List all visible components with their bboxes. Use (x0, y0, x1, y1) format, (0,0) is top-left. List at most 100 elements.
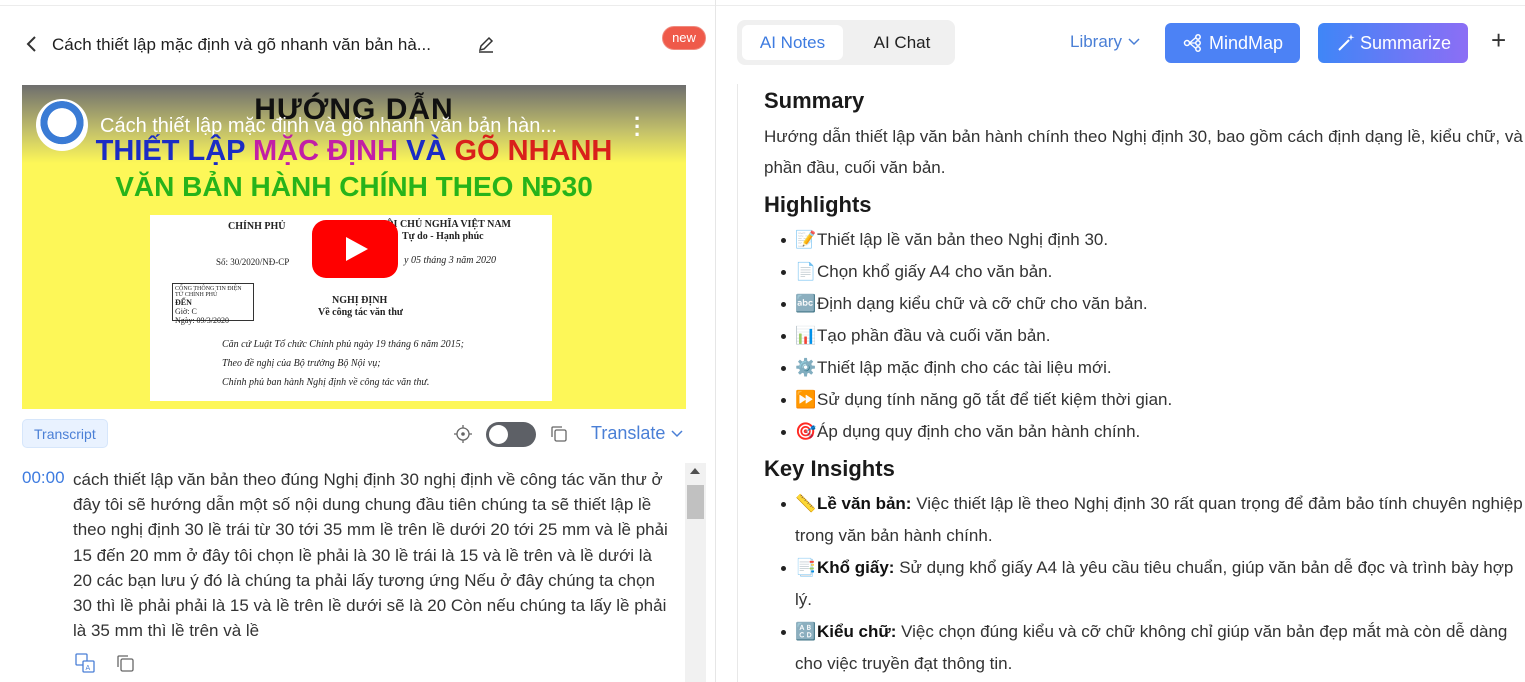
transcript-timestamp[interactable]: 00:00 (22, 468, 65, 488)
copy-segment-icon[interactable] (115, 653, 135, 673)
banner-part1: THIẾT LẬP (95, 135, 245, 167)
list-item: 📄Chọn khổ giấy A4 cho văn bản. (764, 256, 1525, 288)
gear-emoji-icon: ⚙️ (795, 358, 817, 377)
stamp-line4: Ngày: 09/3/2020 (175, 316, 229, 325)
chevron-down-icon (671, 430, 683, 438)
list-item: 📑Khổ giấy: Sử dụng khổ giấy A4 là yêu cầ… (764, 552, 1525, 616)
stamp-line1: CỔNG THÔNG TIN ĐIỆN TỬ CHÍNH PHỦ (175, 286, 242, 298)
insights-list: 📏Lề văn bản: Việc thiết lập lề theo Nghị… (764, 488, 1525, 680)
library-dropdown[interactable]: Library (1070, 32, 1141, 52)
insight-text: Việc chọn đúng kiểu và cỡ chữ không chỉ … (795, 622, 1508, 673)
summarize-button[interactable]: Summarize (1318, 23, 1468, 63)
transcript-controls: Transcript Translate (22, 419, 690, 449)
transcript-text: cách thiết lập văn bản theo đúng Nghị đị… (73, 470, 668, 641)
highlight-text: Tạo phần đầu và cuối văn bản. (817, 326, 1051, 345)
banner-part3: VÀ (406, 135, 447, 167)
doc-subject: Về công tác văn thư (318, 307, 403, 318)
highlights-heading: Highlights (764, 192, 872, 217)
mindmap-button[interactable]: MindMap (1165, 23, 1300, 63)
video-banner-line2: VĂN BẢN HÀNH CHÍNH THEO NĐ30 (115, 171, 593, 202)
translate-dropdown[interactable]: Translate (591, 423, 684, 444)
highlight-text: Thiết lập mặc định cho các tài liệu mới. (817, 358, 1112, 377)
chart-emoji-icon: 📊 (795, 326, 817, 345)
scrollbar-thumb[interactable] (687, 485, 704, 519)
add-plus-icon[interactable]: + (1491, 25, 1506, 56)
video-title: Cách thiết lập mặc định và gõ nhanh văn … (52, 35, 431, 54)
new-badge: new (662, 26, 706, 50)
tab-ai-chat[interactable]: AI Chat (855, 25, 949, 60)
banner-part4: GÕ NHANH (454, 135, 613, 167)
insight-label: Lề văn bản: (817, 494, 912, 513)
stamp-line3: Giờ: C (175, 307, 197, 316)
summarize-label: Summarize (1360, 33, 1452, 53)
banner-part2: MẶC ĐỊNH (253, 135, 399, 167)
abcd-emoji-icon: 🔠 (795, 622, 817, 641)
insight-text: Sử dụng khổ giấy A4 là yêu cầu tiêu chuẩ… (795, 558, 1514, 609)
received-stamp: CỔNG THÔNG TIN ĐIỆN TỬ CHÍNH PHỦ ĐẾN Giờ… (172, 283, 254, 325)
translate-segment-icon[interactable]: A (75, 653, 95, 673)
app-root: Cách thiết lập mặc định và gõ nhanh văn … (0, 0, 1525, 682)
ruler-emoji-icon: 📏 (795, 494, 817, 513)
abc-emoji-icon: 🔤 (795, 294, 817, 313)
doc-type: NGHỊ ĐỊNH (332, 295, 388, 306)
notes-tabs: AI Notes AI Chat (737, 20, 955, 65)
fast-forward-emoji-icon: ⏩ (795, 390, 817, 409)
list-item: 🔤Định dạng kiểu chữ và cỡ chữ cho văn bả… (764, 288, 1525, 320)
locate-crosshair-icon[interactable] (454, 425, 472, 443)
highlight-text: Áp dụng quy định cho văn bản hành chính. (817, 422, 1141, 441)
video-header: Cách thiết lập mặc định và gõ nhanh văn … (22, 26, 712, 62)
transcript-tab[interactable]: Transcript (22, 419, 108, 448)
page-emoji-icon: 📄 (795, 262, 817, 281)
key-insights-heading: Key Insights (764, 456, 895, 481)
list-item: 🔠Kiểu chữ: Việc chọn đúng kiểu và cỡ chữ… (764, 616, 1525, 680)
doc-line1: Căn cứ Luật Tổ chức Chính phủ ngày 19 th… (222, 339, 465, 350)
highlights-list: 📝Thiết lập lề văn bản theo Nghị định 30.… (764, 224, 1525, 448)
video-panel: Cách thiết lập mặc định và gõ nhanh văn … (0, 0, 716, 682)
ai-notes-content: Summary Hướng dẫn thiết lập văn bản hành… (737, 84, 1525, 682)
highlight-text: Định dạng kiểu chữ và cỡ chữ cho văn bản… (817, 294, 1148, 313)
list-item: 📊Tạo phần đầu và cuối văn bản. (764, 320, 1525, 352)
doc-number: Số: 30/2020/NĐ-CP (216, 257, 290, 267)
list-item: 📏Lề văn bản: Việc thiết lập lề theo Nghị… (764, 488, 1525, 552)
doc-motto: Tự do - Hạnh phúc (402, 231, 484, 242)
list-item: 🎯Áp dụng quy định cho văn bản hành chính… (764, 416, 1525, 448)
chevron-down-icon (1128, 38, 1140, 46)
library-label: Library (1070, 32, 1122, 51)
target-emoji-icon: 🎯 (795, 422, 817, 441)
insight-label: Khổ giấy: (817, 558, 895, 577)
highlight-text: Thiết lập lề văn bản theo Nghị định 30. (817, 230, 1109, 249)
mindmap-icon (1183, 34, 1201, 52)
summary-text: Hướng dẫn thiết lập văn bản hành chính t… (764, 127, 1523, 177)
doc-line2: Theo đề nghị của Bộ trưởng Bộ Nội vụ; (222, 358, 381, 369)
autoscroll-toggle[interactable] (486, 422, 536, 447)
doc-right-header: HỘI CHỦ NGHĨA VIỆT NAM (378, 219, 511, 230)
copy-icon[interactable] (550, 425, 568, 443)
svg-text:A: A (86, 665, 91, 672)
edit-pencil-icon[interactable] (476, 34, 496, 54)
list-item: ⚙️Thiết lập mặc định cho các tài liệu mớ… (764, 352, 1525, 384)
transcript-scrollbar[interactable] (685, 463, 706, 682)
doc-line3: Chính phủ ban hành Nghị định về công tác… (222, 377, 430, 388)
translate-label: Translate (591, 423, 666, 443)
back-arrow-icon[interactable] (22, 34, 42, 54)
mindmap-label: MindMap (1209, 33, 1284, 53)
insight-label: Kiểu chữ: (817, 622, 897, 641)
bookmark-tabs-emoji-icon: 📑 (795, 558, 817, 577)
stamp-line2: ĐẾN (175, 298, 192, 307)
doc-date: y 05 tháng 3 năm 2020 (404, 255, 496, 266)
toggle-knob (489, 425, 508, 444)
list-item: ⏩Sử dụng tính năng gõ tắt để tiết kiệm t… (764, 384, 1525, 416)
magic-wand-icon (1338, 34, 1355, 51)
doc-left-header: CHÍNH PHỦ (228, 221, 286, 232)
tab-ai-notes[interactable]: AI Notes (742, 25, 843, 60)
summary-heading: Summary (764, 88, 865, 113)
notes-panel: AI Notes AI Chat Library MindMap Summari… (717, 0, 1525, 682)
play-button-icon[interactable] (312, 220, 398, 278)
list-item: 📝Thiết lập lề văn bản theo Nghị định 30. (764, 224, 1525, 256)
scroll-up-arrow-icon[interactable] (690, 468, 700, 474)
video-banner-line1: THIẾT LẬP MẶC ĐỊNH VÀ GÕ NHANH (22, 135, 686, 168)
transcript-list: 00:00 cách thiết lập văn bản theo đúng N… (22, 463, 686, 682)
highlight-text: Chọn khổ giấy A4 cho văn bản. (817, 262, 1053, 281)
highlight-text: Sử dụng tính năng gõ tắt để tiết kiệm th… (817, 390, 1173, 409)
video-player[interactable]: HƯỚNG DẪN Cách thiết lập mặc định và gõ … (22, 85, 686, 409)
